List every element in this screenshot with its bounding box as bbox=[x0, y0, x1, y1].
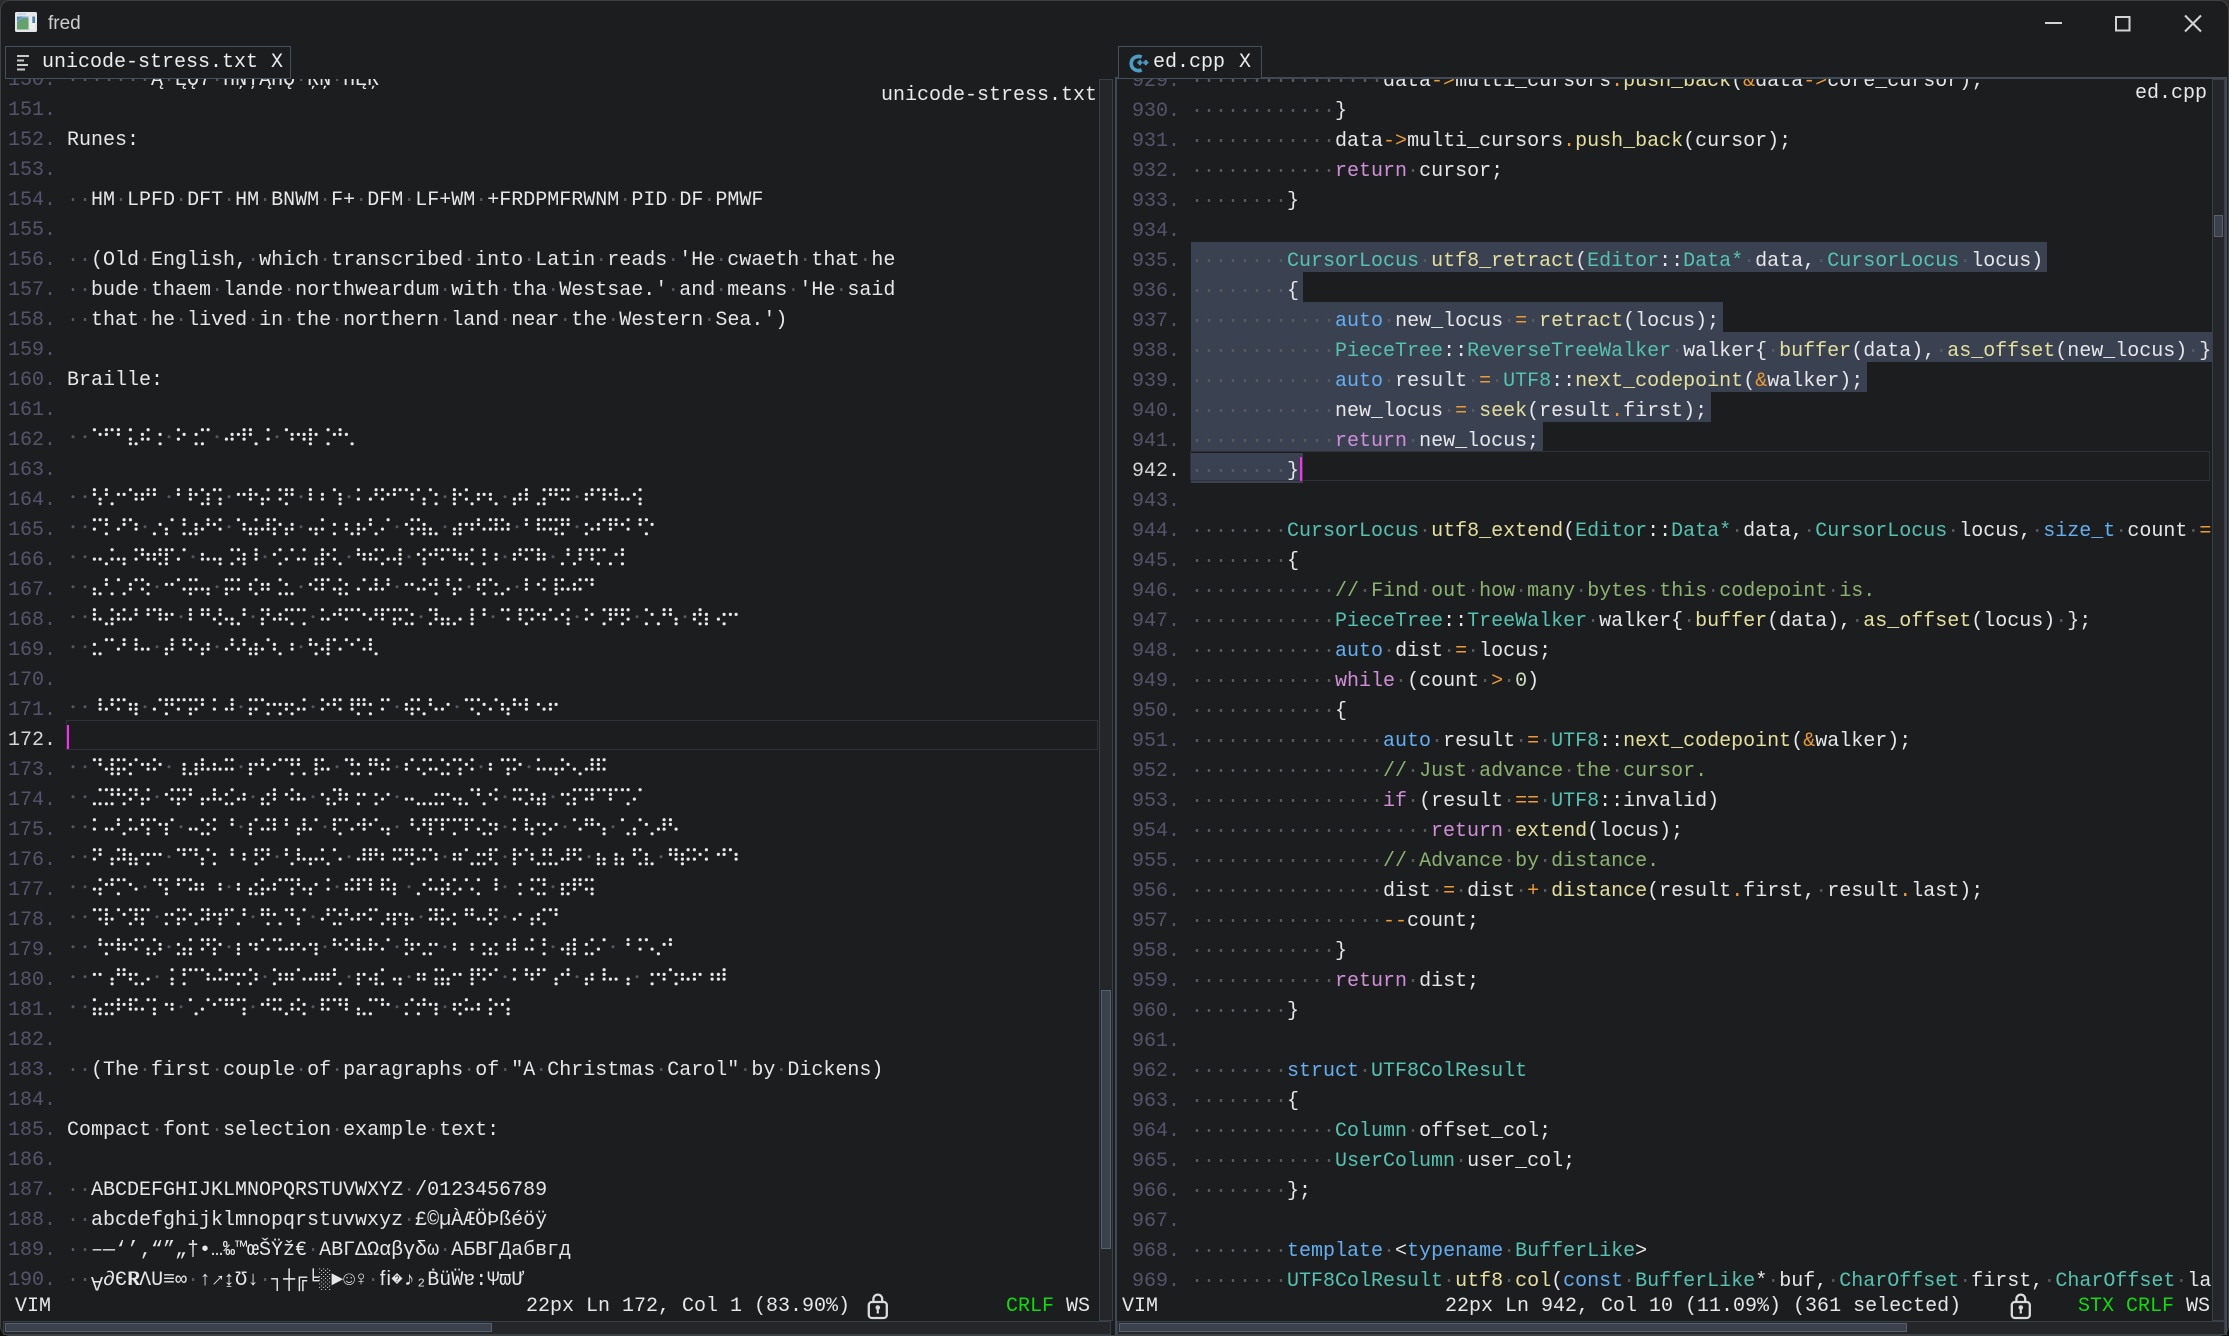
svg-text:?: ? bbox=[395, 1274, 400, 1284]
